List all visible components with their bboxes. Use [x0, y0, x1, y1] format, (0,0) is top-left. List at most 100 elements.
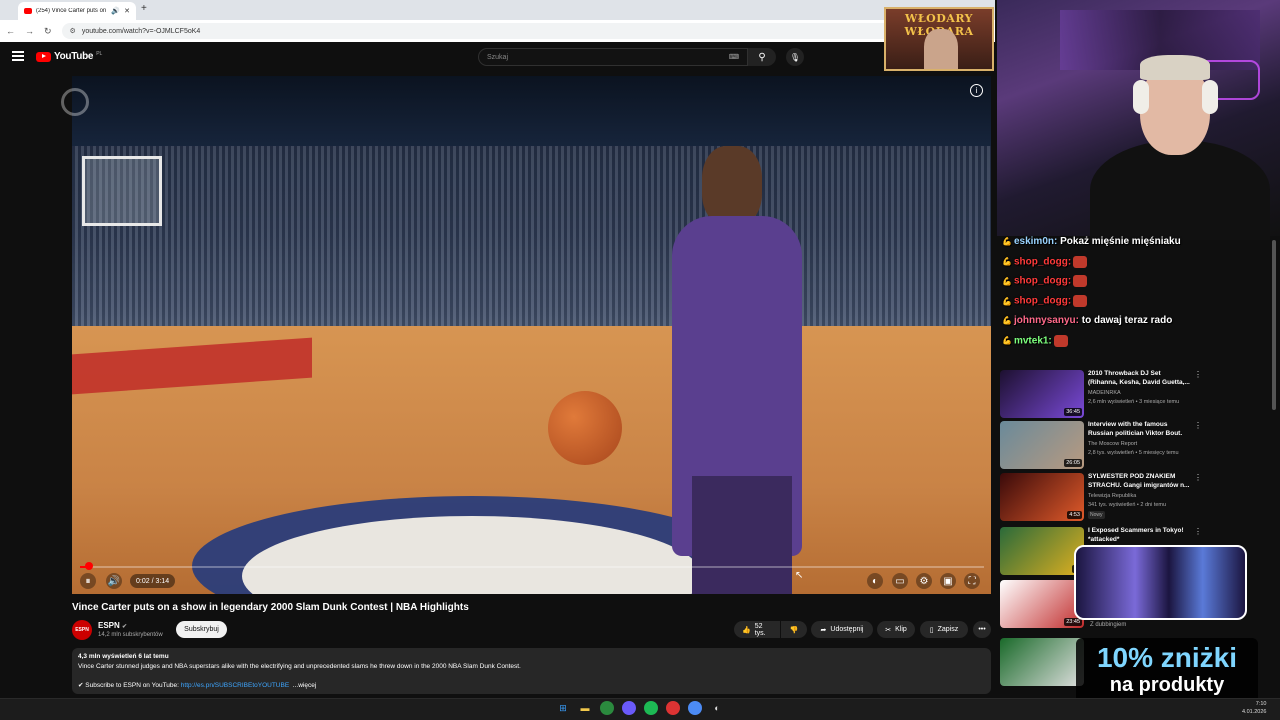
channel-avatar[interactable]: ESPN — [72, 620, 92, 640]
chrome-active-icon[interactable] — [688, 701, 702, 715]
more-options-icon[interactable]: ⋮ — [1194, 370, 1202, 379]
recommendation-views: 341 tys. wyświetleń • 2 dni temu — [1088, 502, 1167, 508]
recommendation-item[interactable]: 36:45 2010 Throwback DJ Set (Rihanna, Kes… — [1000, 370, 1270, 420]
headphones-right-icon — [1202, 80, 1218, 114]
new-badge: Nowy — [1088, 511, 1105, 519]
sidebar-scrollbar[interactable] — [1272, 240, 1276, 410]
scissors-icon: ✂ — [885, 626, 892, 634]
chat-badge-icon: 💪 — [1002, 296, 1012, 306]
recommendation-channel: The Moscow Report — [1088, 441, 1138, 447]
url-field[interactable]: ⚙ youtube.com/watch?v=-OJMLCF5oK4 — [61, 23, 994, 39]
recommendation-thumbnail[interactable]: 4:53 — [1000, 473, 1084, 521]
browser-tab[interactable]: (254) Vince Carter puts on a 🔊 ✕ — [18, 2, 136, 20]
recommendation-thumbnail[interactable]: 23:45 — [1000, 580, 1084, 628]
share-icon: ➦ — [820, 626, 827, 634]
back-icon[interactable]: ← — [6, 26, 15, 36]
more-options-icon[interactable]: ⋮ — [1194, 473, 1202, 482]
hamburger-menu-icon[interactable] — [12, 51, 24, 61]
recommendation-views: 2,8 tys. wyświetleń • 5 miesięcy temu — [1088, 450, 1179, 456]
fullscreen-button[interactable]: ⛶ — [964, 573, 980, 589]
reload-icon[interactable]: ↻ — [44, 26, 52, 37]
channel-name-text[interactable]: ESPN — [98, 621, 120, 630]
recommendation-title[interactable]: Interview with the famous Russian politi… — [1088, 421, 1192, 438]
new-tab-button[interactable]: + — [141, 3, 147, 14]
save-button[interactable]: ▯ Zapisz — [920, 621, 968, 638]
file-explorer-icon[interactable]: ▬ — [578, 701, 592, 715]
more-options-icon[interactable]: ⋮ — [1194, 421, 1202, 430]
recommendation-thumbnail[interactable]: 26:05 — [1000, 421, 1084, 469]
chat-badge-icon: 💪 — [1002, 336, 1012, 346]
url-text[interactable]: youtube.com/watch?v=-OJMLCF5oK4 — [82, 28, 200, 35]
channel-name[interactable]: ESPN ✔ — [98, 621, 127, 630]
subscriber-count: 14,2 mln subskrybentów — [98, 632, 163, 638]
volume-button[interactable]: 🔊 — [106, 573, 122, 589]
chat-message: 💪 mvtek1: — [1002, 334, 1068, 347]
discord-icon[interactable] — [622, 701, 636, 715]
address-bar: ← → ↻ ⚙ youtube.com/watch?v=-OJMLCF5oK4 — [0, 20, 1000, 42]
keyboard-icon[interactable]: ⌨ — [729, 53, 739, 61]
speaker-icon[interactable]: 🔊 — [111, 7, 120, 15]
chat-text: to dawaj teraz rado — [1078, 314, 1173, 326]
show-more-link[interactable]: ...więcej — [293, 682, 316, 689]
recommendation-thumbnail[interactable] — [1000, 638, 1084, 686]
close-tab-icon[interactable]: ✕ — [124, 7, 130, 15]
video-frame-basketball — [548, 391, 622, 465]
chat-username: shop_dogg: — [1013, 256, 1072, 268]
info-icon[interactable]: i — [970, 84, 983, 97]
recommendation-title[interactable]: SYLWESTER POD ZNAKIEM STRACHU. Gangi imi… — [1088, 473, 1192, 490]
description-text: Vince Carter stunned judges and NBA supe… — [78, 663, 521, 670]
recommendation-item[interactable]: 4:53 SYLWESTER POD ZNAKIEM STRACHU. Gangi… — [1000, 473, 1270, 523]
verified-icon: ✔ — [122, 624, 128, 630]
video-frame-player-head — [702, 146, 762, 226]
loading-spinner-icon — [61, 88, 89, 116]
more-actions-button[interactable]: ••• — [973, 621, 991, 638]
pause-button[interactable]: ⏸ — [80, 573, 96, 589]
autoplay-toggle[interactable]: ◐ — [867, 573, 883, 589]
progress-bar[interactable] — [80, 566, 984, 568]
search-input[interactable]: Szukaj ⌨ — [478, 48, 748, 66]
video-duration: 4:53 — [1067, 511, 1082, 519]
video-player[interactable] — [72, 76, 991, 594]
fullscreen-icon: ⛶ — [968, 575, 976, 587]
description-link[interactable]: http://es.pn/SUBSCRIBEtoYOUTUBE — [181, 682, 289, 689]
voice-search-button[interactable]: 🎙 — [786, 48, 804, 66]
recommendation-thumbnail[interactable]: 45 — [1000, 527, 1084, 575]
chat-badge-icon: 💪 — [1002, 237, 1012, 246]
miniplayer-button[interactable]: ▣ — [940, 573, 956, 589]
youtube-logo[interactable]: YouTube PL — [36, 51, 102, 62]
share-button[interactable]: ➦ Udostępnij — [811, 621, 873, 638]
forward-icon[interactable]: → — [25, 26, 34, 36]
app-icon[interactable] — [666, 701, 680, 715]
like-icon: 👍 — [742, 626, 751, 634]
share-label: Udostępnij — [830, 626, 864, 633]
recommendation-title[interactable]: I Exposed Scammers in Tokyo! *attacked* — [1088, 527, 1192, 544]
like-count: 52 tys. — [754, 622, 766, 637]
site-info-icon[interactable]: ⚙ — [70, 27, 76, 35]
recommendation-channel: MADEINRKA — [1088, 390, 1121, 396]
recommendation-item[interactable]: 26:05 Interview with the famous Russian p… — [1000, 421, 1270, 471]
subtitles-button[interactable]: ▭ — [892, 573, 908, 589]
mouse-cursor-icon: ↖ — [795, 570, 804, 581]
recommendation-title[interactable]: 2010 Throwback DJ Set (Rihanna, Kesha, D… — [1088, 370, 1192, 387]
search-button[interactable]: ⚲ — [748, 48, 776, 66]
recommendation-thumbnail[interactable]: 36:45 — [1000, 370, 1084, 418]
description-box[interactable]: 4,3 mln wyświetleń 6 lat temu Vince Cart… — [72, 648, 991, 694]
obs-icon[interactable]: ◐ — [710, 701, 724, 715]
emblem-figure — [924, 29, 958, 69]
video-frame-backboard — [82, 156, 162, 226]
more-options-icon[interactable]: ⋮ — [1194, 527, 1202, 536]
like-button[interactable]: 👍 52 tys. — [734, 621, 780, 638]
spotify-icon[interactable] — [644, 701, 658, 715]
start-menu-icon[interactable]: ⊞ — [556, 701, 570, 715]
chat-badge-icon: 💪 — [1002, 277, 1012, 287]
clip-button[interactable]: ✂ Klip — [877, 621, 915, 638]
subscribe-button[interactable]: Subskrybuj — [176, 621, 227, 638]
chat-message: 💪 johnnysanyu: to dawaj teraz rado — [1002, 315, 1172, 326]
chrome-icon[interactable] — [600, 701, 614, 715]
chat-emote-icon — [1073, 275, 1088, 288]
clip-label: Klip — [895, 626, 907, 633]
youtube-wordmark: YouTube — [54, 51, 94, 62]
settings-button[interactable]: ⚙ — [916, 573, 932, 589]
search-placeholder: Szukaj — [487, 53, 509, 61]
dislike-button[interactable]: 👎 — [781, 621, 807, 638]
